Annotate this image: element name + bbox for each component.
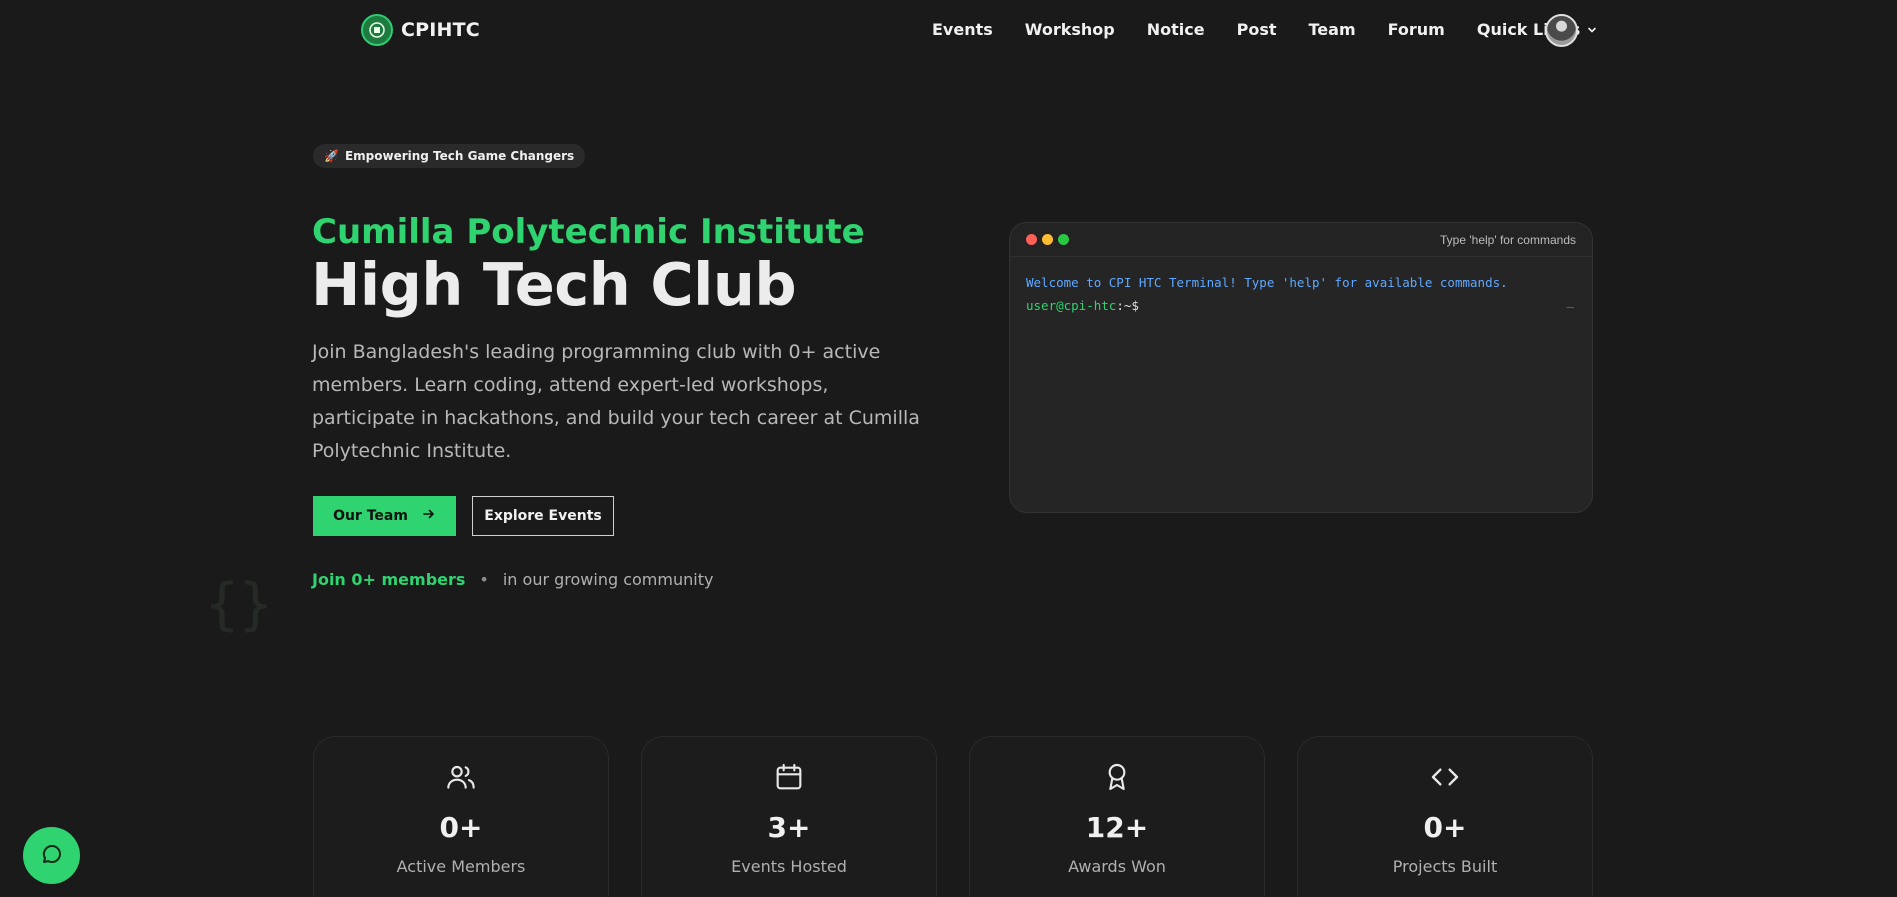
stat-label: Active Members xyxy=(396,857,526,876)
hero-tag: 🚀 Empowering Tech Game Changers xyxy=(313,144,586,168)
stat-value: 3+ xyxy=(767,811,811,844)
our-team-button-label: Our Team xyxy=(333,508,408,524)
brand-name: CPIHTC xyxy=(401,19,480,41)
join-line: Join 0+ members • in our growing communi… xyxy=(312,570,713,589)
stat-card-projects: 0+ Projects Built xyxy=(1297,736,1593,897)
nav-link-quick-links[interactable]: Quick Links xyxy=(1477,20,1598,39)
nav-link-events[interactable]: Events xyxy=(932,20,993,39)
terminal-window[interactable]: Type 'help' for commands Welcome to CPI … xyxy=(1009,222,1593,513)
terminal-prompt-user: user@cpi-htc xyxy=(1026,298,1117,313)
minimize-dot-icon xyxy=(1042,234,1053,245)
terminal-prompt: user@cpi-htc :~$ xyxy=(1026,298,1576,313)
brand[interactable]: CPIHTC xyxy=(361,14,480,46)
navbar: CPIHTC Events Workshop Notice Post Team … xyxy=(0,0,1897,60)
nav-link-forum[interactable]: Forum xyxy=(1388,20,1445,39)
calendar-icon xyxy=(642,761,936,793)
stat-value: 0+ xyxy=(439,811,483,844)
terminal-titlebar: Type 'help' for commands xyxy=(1010,223,1592,257)
join-community-text: in our growing community xyxy=(502,570,714,589)
arrow-right-icon xyxy=(422,507,436,525)
award-icon xyxy=(970,761,1264,793)
stat-label: Projects Built xyxy=(1392,857,1498,876)
nav-link-notice[interactable]: Notice xyxy=(1147,20,1205,39)
terminal-cursor: _ xyxy=(1566,293,1574,308)
chat-button[interactable] xyxy=(23,827,80,884)
nav-link-workshop[interactable]: Workshop xyxy=(1025,20,1115,39)
rocket-icon: 🚀 xyxy=(324,149,339,163)
close-dot-icon xyxy=(1026,234,1037,245)
braces-decoration-icon: {} xyxy=(205,572,273,637)
chat-bubble-icon xyxy=(40,842,64,870)
hero-tag-text: Empowering Tech Game Changers xyxy=(344,149,575,163)
nav-link-team[interactable]: Team xyxy=(1309,20,1356,39)
explore-events-button[interactable]: Explore Events xyxy=(472,496,614,536)
code-icon xyxy=(1298,761,1592,793)
stat-card-members: 0+ Active Members xyxy=(313,736,609,897)
hero-subtitle: Cumilla Polytechnic Institute xyxy=(312,212,865,252)
stat-label: Awards Won xyxy=(1068,857,1166,876)
terminal-hint: Type 'help' for commands xyxy=(1440,232,1576,247)
users-icon xyxy=(314,761,608,793)
our-team-button[interactable]: Our Team xyxy=(313,496,456,536)
stat-card-events: 3+ Events Hosted xyxy=(641,736,937,897)
user-avatar[interactable] xyxy=(1545,14,1578,47)
chevron-down-icon xyxy=(1586,24,1598,36)
join-members-text: Join 0+ members xyxy=(312,570,466,589)
hero-title: High Tech Club xyxy=(311,250,797,319)
nav-links: Events Workshop Notice Post Team Forum Q… xyxy=(932,20,1630,39)
stat-value: 0+ xyxy=(1423,811,1467,844)
maximize-dot-icon xyxy=(1058,234,1069,245)
terminal-body[interactable]: Welcome to CPI HTC Terminal! Type 'help'… xyxy=(1010,257,1592,512)
terminal-welcome: Welcome to CPI HTC Terminal! Type 'help'… xyxy=(1026,275,1508,290)
terminal-prompt-sep: :~$ xyxy=(1116,298,1139,313)
stat-label: Events Hosted xyxy=(731,857,847,876)
stat-value: 12+ xyxy=(1085,811,1149,844)
nav-link-post[interactable]: Post xyxy=(1237,20,1277,39)
stat-card-awards: 12+ Awards Won xyxy=(969,736,1265,897)
club-logo-icon xyxy=(361,14,393,46)
hero-description: Join Bangladesh's leading programming cl… xyxy=(312,341,920,462)
join-separator: • xyxy=(479,570,489,589)
